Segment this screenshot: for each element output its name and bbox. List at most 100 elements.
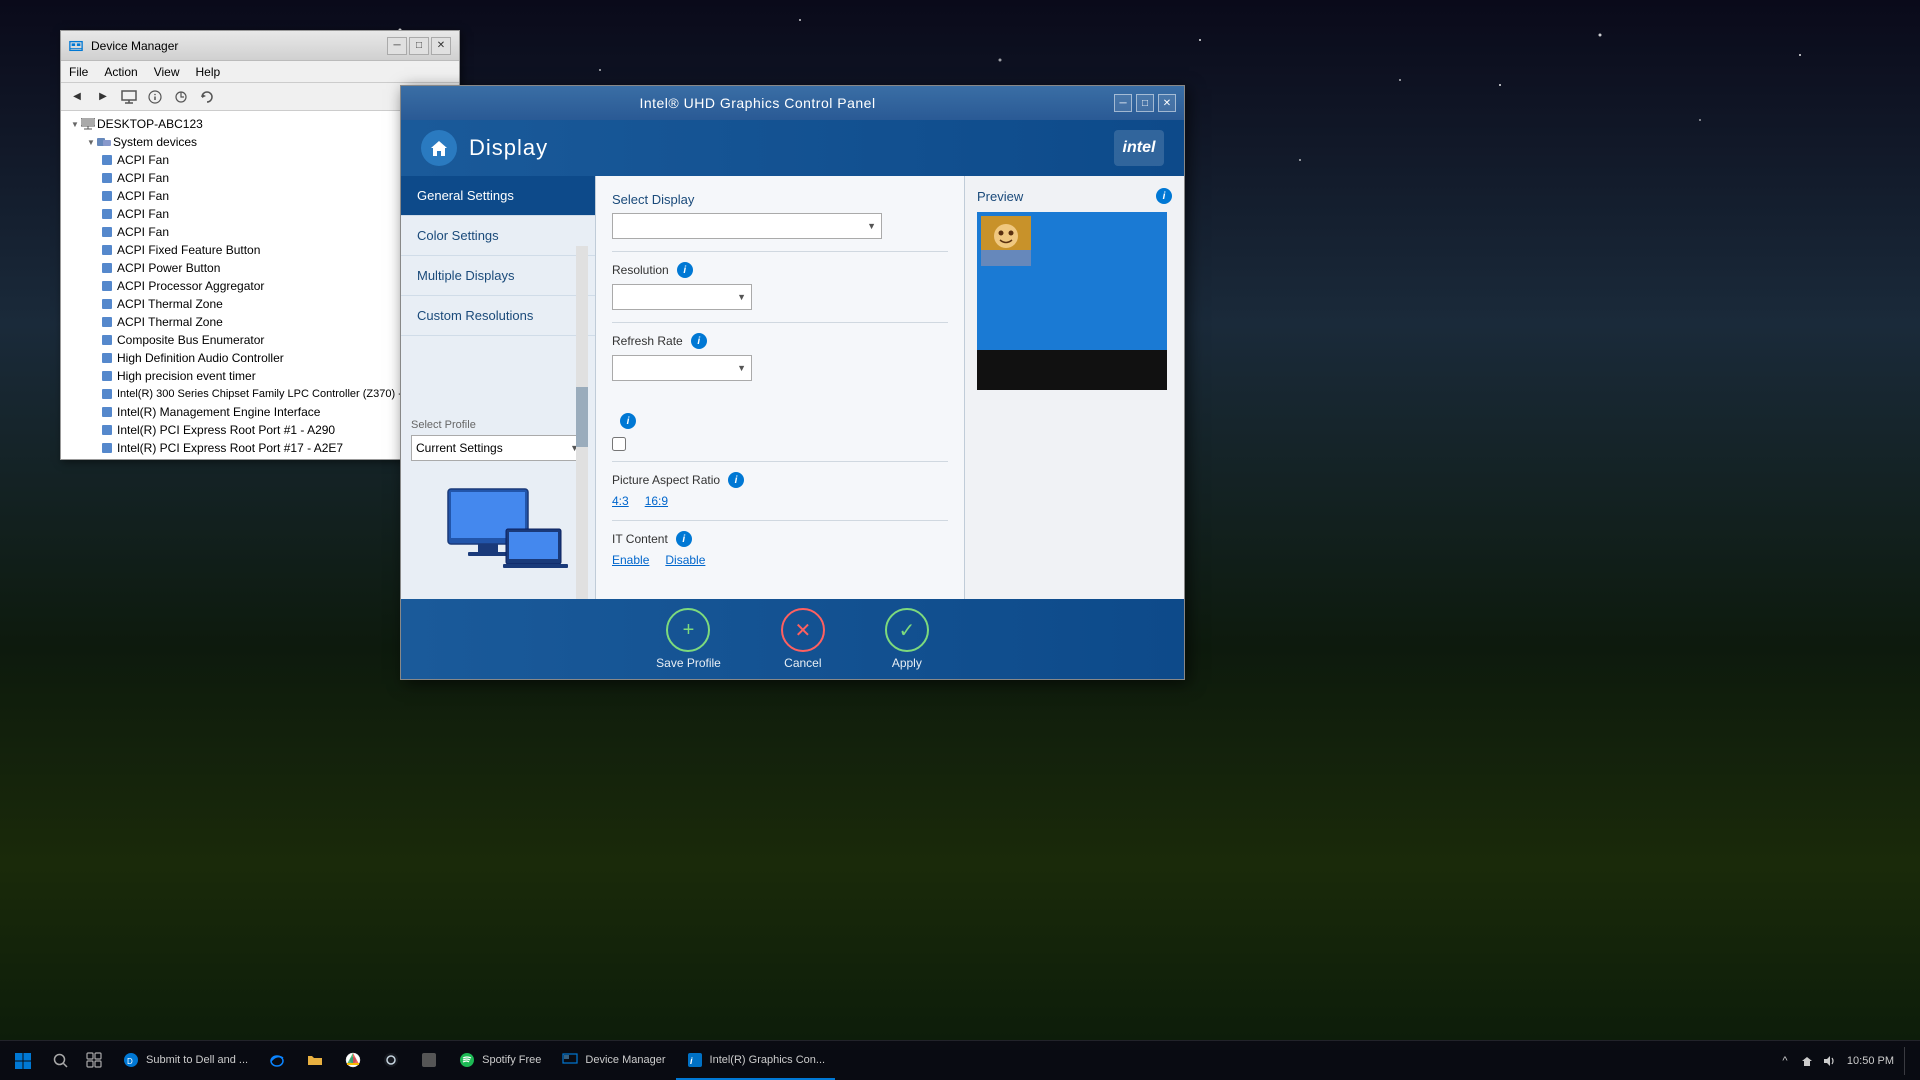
dm-computer-btn[interactable]: [117, 86, 141, 108]
device-illustration: [418, 479, 578, 589]
refresh-rate-select[interactable]: [612, 355, 752, 381]
resolution-select[interactable]: [612, 284, 752, 310]
intel-close-btn[interactable]: ✕: [1158, 94, 1176, 112]
preview-thumbnail-image: [981, 216, 1031, 266]
taskbar-app-devmgr[interactable]: Device Manager: [551, 1041, 675, 1080]
dm-menu-view[interactable]: View: [146, 63, 188, 81]
it-content-options: Enable Disable: [612, 553, 948, 567]
it-disable[interactable]: Disable: [665, 553, 705, 567]
intel-home-btn[interactable]: [421, 130, 457, 166]
it-content-info-icon[interactable]: i: [676, 531, 692, 547]
resolution-section: Resolution i ▼: [612, 262, 948, 310]
it-enable[interactable]: Enable: [612, 553, 649, 567]
cancel-label: Cancel: [784, 656, 821, 670]
dm-item-5[interactable]: ACPI Fixed Feature Button: [65, 241, 455, 259]
dm-item-15[interactable]: Intel(R) PCI Express Root Port #1 - A290: [65, 421, 455, 439]
dm-item-16[interactable]: Intel(R) PCI Express Root Port #17 - A2E…: [65, 439, 455, 457]
dm-root-expand[interactable]: ▼: [69, 118, 81, 130]
refresh-rate-info-icon[interactable]: i: [691, 333, 707, 349]
cancel-btn[interactable]: ✕ Cancel: [781, 608, 825, 670]
intel-minimize-btn[interactable]: ─: [1114, 94, 1132, 112]
resolution-text: Resolution: [612, 263, 669, 277]
dm-system-devices-item[interactable]: ▼ System devices: [65, 133, 455, 151]
dm-item-label: ACPI Fan: [117, 207, 169, 221]
dm-item-1[interactable]: ACPI Fan: [65, 169, 455, 187]
dm-menu-file[interactable]: File: [61, 63, 96, 81]
taskbar-app-spotify[interactable]: Spotify Free: [448, 1041, 551, 1080]
resolution-info-icon[interactable]: i: [677, 262, 693, 278]
taskbar-app-unknown[interactable]: [410, 1041, 448, 1080]
select-display-section: Select Display ▼: [612, 192, 948, 239]
taskbar-app-chrome[interactable]: [334, 1041, 372, 1080]
taskbar-app-steam[interactable]: [372, 1041, 410, 1080]
dm-item-12[interactable]: High precision event timer: [65, 367, 455, 385]
dm-item-8[interactable]: ACPI Thermal Zone: [65, 295, 455, 313]
dm-scan-btn[interactable]: [169, 86, 193, 108]
dm-minimize-btn[interactable]: ─: [387, 37, 407, 55]
dm-item-17[interactable]: Intel(R) PCI Express Root Port #3 - A292: [65, 457, 455, 459]
nav-item-multiple[interactable]: Multiple Displays: [401, 256, 595, 296]
tray-network-icon[interactable]: [1799, 1053, 1815, 1069]
dm-properties-btn[interactable]: [143, 86, 167, 108]
intel-maximize-btn[interactable]: □: [1136, 94, 1154, 112]
divider-4: [612, 520, 948, 521]
dm-close-btn[interactable]: ✕: [431, 37, 451, 55]
dm-sysdev-expand[interactable]: ▼: [85, 136, 97, 148]
start-button[interactable]: [0, 1041, 46, 1080]
dm-item-14[interactable]: Intel(R) Management Engine Interface: [65, 403, 455, 421]
nav-item-general[interactable]: General Settings: [401, 176, 595, 216]
dm-acpi-icon: [101, 315, 115, 329]
show-desktop-btn[interactable]: [1904, 1047, 1910, 1075]
taskbar-search-btn[interactable]: [46, 1041, 76, 1080]
resolution-label-row: Resolution i: [612, 262, 948, 278]
ratio-4-3[interactable]: 4:3: [612, 494, 629, 508]
tray-expand-icon[interactable]: ^: [1777, 1053, 1793, 1069]
display-select[interactable]: [612, 213, 882, 239]
search-icon: [53, 1053, 69, 1069]
taskbar-app-submit[interactable]: D Submit to Dell and ...: [112, 1041, 258, 1080]
dm-update-btn[interactable]: [195, 86, 219, 108]
nav-item-color[interactable]: Color Settings: [401, 216, 595, 256]
dm-item-0[interactable]: ACPI Fan: [65, 151, 455, 169]
taskbar-clock[interactable]: 10:50 PM: [1847, 1055, 1894, 1067]
dm-item-11[interactable]: High Definition Audio Controller: [65, 349, 455, 367]
dm-item-7[interactable]: ACPI Processor Aggregator: [65, 277, 455, 295]
intel-main-content: Select Display ▼ Resolution i: [596, 176, 964, 599]
dm-window-icon: [69, 39, 83, 53]
dm-menu-action[interactable]: Action: [96, 63, 145, 81]
dm-acpi-icon: [101, 279, 115, 293]
aspect-ratio-text: Picture Aspect Ratio: [612, 473, 720, 487]
scaling-checkbox[interactable]: [612, 437, 626, 451]
taskbar-app-folder[interactable]: [296, 1041, 334, 1080]
dm-acpi-icon: [101, 153, 115, 167]
tray-volume-icon[interactable]: [1821, 1053, 1837, 1069]
dm-item-9[interactable]: ACPI Thermal Zone: [65, 313, 455, 331]
taskbar-right: ^ 10:50 PM: [1767, 1041, 1920, 1080]
nav-item-custom[interactable]: Custom Resolutions: [401, 296, 595, 336]
aspect-ratio-info-icon[interactable]: i: [728, 472, 744, 488]
taskbar-app-intel[interactable]: i Intel(R) Graphics Con...: [676, 1041, 836, 1080]
clock-time: 10:50 PM: [1847, 1055, 1894, 1067]
dm-root-item[interactable]: ▼ DESKTOP-ABC123: [65, 115, 455, 133]
dm-item-3[interactable]: ACPI Fan: [65, 205, 455, 223]
taskbar-tray: ^: [1777, 1053, 1837, 1069]
dm-item-6[interactable]: ACPI Power Button: [65, 259, 455, 277]
dm-item-2[interactable]: ACPI Fan: [65, 187, 455, 205]
profile-select[interactable]: Current Settings: [411, 435, 585, 461]
dm-menu-help[interactable]: Help: [188, 63, 229, 81]
intel-footer: + Save Profile ✕ Cancel ✓ Apply: [401, 599, 1184, 679]
taskbar-task-view-btn[interactable]: [76, 1041, 112, 1080]
dm-back-btn[interactable]: ◀: [65, 86, 89, 108]
dm-item-13[interactable]: Intel(R) 300 Series Chipset Family LPC C…: [65, 385, 455, 403]
ratio-16-9[interactable]: 16:9: [645, 494, 668, 508]
dm-maximize-btn[interactable]: □: [409, 37, 429, 55]
extra-info-icon[interactable]: i: [620, 413, 636, 429]
save-profile-btn[interactable]: + Save Profile: [656, 608, 721, 670]
preview-info-icon[interactable]: i: [1156, 188, 1172, 204]
taskbar-app-edge[interactable]: [258, 1041, 296, 1080]
apply-btn[interactable]: ✓ Apply: [885, 608, 929, 670]
dm-item-4[interactable]: ACPI Fan: [65, 223, 455, 241]
dm-forward-btn[interactable]: ▶: [91, 86, 115, 108]
dm-item-10[interactable]: Composite Bus Enumerator: [65, 331, 455, 349]
submit-dell-label: Submit to Dell and ...: [146, 1054, 248, 1066]
